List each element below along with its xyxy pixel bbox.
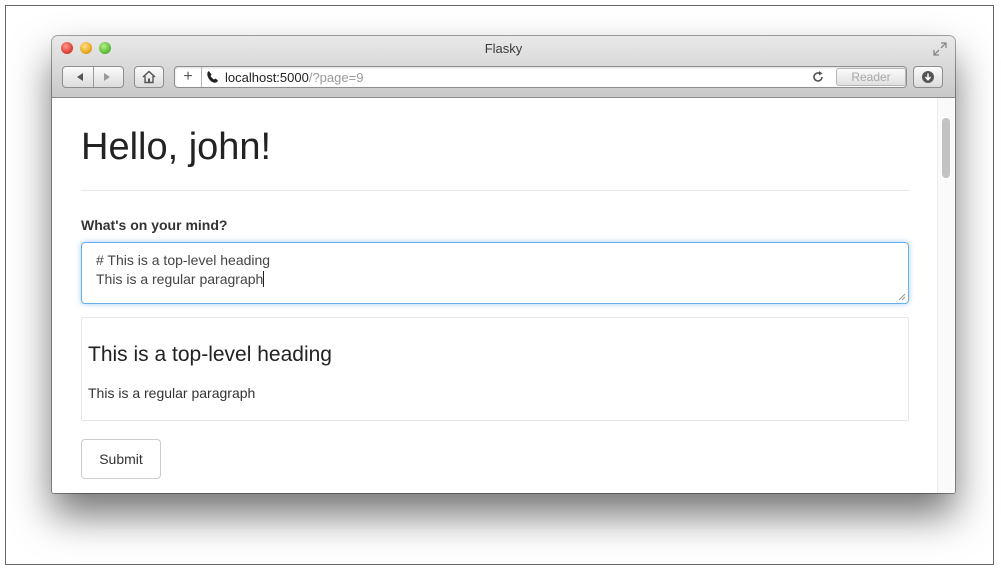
- markdown-preview: This is a top-level heading This is a re…: [81, 317, 909, 421]
- back-icon[interactable]: [75, 72, 85, 82]
- reader-button[interactable]: Reader: [836, 68, 906, 86]
- preview-paragraph: This is a regular paragraph: [88, 385, 256, 401]
- browser-toolbar: Flasky + localhost:5000/?page=9 Reader: [52, 36, 955, 98]
- download-icon: [922, 71, 934, 83]
- home-icon: [142, 70, 156, 84]
- submit-button[interactable]: Submit: [81, 439, 161, 479]
- phone-icon: [207, 71, 218, 83]
- page-content: Hello, john! What's on your mind? # This…: [52, 98, 955, 493]
- reload-icon[interactable]: [810, 69, 826, 85]
- url-path: /?page=9: [308, 70, 364, 85]
- vertical-scrollbar[interactable]: [937, 98, 955, 493]
- address-bar[interactable]: + localhost:5000/?page=9 Reader: [174, 66, 907, 88]
- browser-window: Flasky + localhost:5000/?page=9 Reader H…: [52, 36, 955, 493]
- preview-heading: This is a top-level heading: [88, 343, 332, 366]
- window-title: Flasky: [484, 41, 523, 56]
- post-body-line-2: This is a regular paragraph: [96, 271, 264, 287]
- post-field-label: What's on your mind?: [81, 217, 228, 233]
- fullscreen-icon[interactable]: [933, 42, 947, 56]
- text-caret: [263, 271, 265, 287]
- page-title: Hello, john!: [81, 126, 272, 168]
- url-text: localhost:5000/?page=9: [225, 70, 363, 85]
- resize-grip-icon[interactable]: [898, 293, 906, 301]
- post-body-line-1: # This is a top-level heading: [96, 252, 271, 268]
- forward-icon[interactable]: [102, 72, 112, 82]
- scrollbar-thumb[interactable]: [942, 118, 950, 178]
- downloads-button[interactable]: [913, 66, 943, 88]
- home-button[interactable]: [134, 66, 164, 88]
- url-host: localhost:5000: [225, 70, 309, 85]
- page-header-divider: [81, 190, 909, 191]
- add-bookmark-icon[interactable]: +: [175, 67, 202, 87]
- post-body-textarea[interactable]: # This is a top-level heading This is a …: [81, 242, 909, 304]
- back-forward-buttons: [62, 66, 124, 88]
